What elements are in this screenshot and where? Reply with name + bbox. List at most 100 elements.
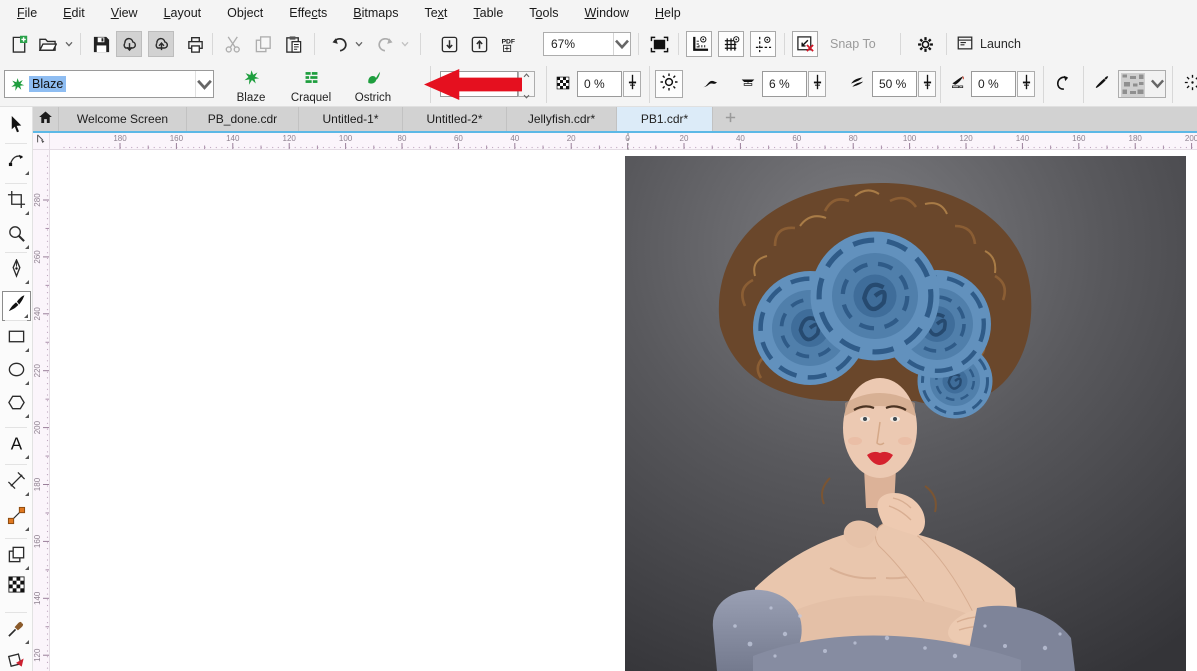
bleed-field[interactable]: 0 %	[971, 71, 1016, 97]
rectangle-tool-button[interactable]	[2, 324, 31, 354]
eyedropper-tool-button[interactable]	[2, 616, 31, 646]
fullscreen-preview-button[interactable]	[646, 31, 672, 57]
sun-button[interactable]	[655, 70, 683, 98]
tab-jellyfish-cdr-[interactable]: Jellyfish.cdr*	[507, 107, 617, 131]
paste-icon	[284, 35, 303, 54]
menu-window[interactable]: Window	[571, 2, 641, 24]
tab-pb1-cdr-[interactable]: PB1.cdr*	[617, 107, 713, 131]
cut-button[interactable]	[220, 31, 246, 57]
spray-button[interactable]	[1180, 72, 1197, 97]
ostrich-feather-icon	[365, 69, 382, 91]
brush-stroke-list-combo[interactable]: Blaze	[4, 70, 214, 98]
texture-picker-dropdown[interactable]	[1118, 70, 1166, 98]
smooth-slider[interactable]	[808, 71, 826, 97]
menu-edit[interactable]: Edit	[50, 2, 98, 24]
launch-dropdown[interactable]: Launch	[956, 31, 1027, 57]
tab-welcome-screen[interactable]: Welcome Screen	[59, 107, 187, 131]
texture-picker-caret[interactable]	[1150, 78, 1165, 89]
menu-layout[interactable]: Layout	[151, 2, 215, 24]
brush-list-caret[interactable]	[195, 71, 213, 97]
cloud-download-button[interactable]	[116, 31, 142, 57]
dropdown-caret[interactable]	[398, 31, 412, 57]
ruler-origin-button[interactable]	[33, 133, 50, 150]
contour-tool-button[interactable]	[2, 542, 31, 572]
svg-text:280: 280	[33, 193, 42, 207]
dimension-tool-button[interactable]	[2, 468, 31, 498]
zoom-caret[interactable]	[613, 33, 630, 55]
interactive-fill-tool-button[interactable]	[2, 647, 31, 671]
cloud-upload-button[interactable]	[148, 31, 174, 57]
menu-bitmaps[interactable]: Bitmaps	[340, 2, 411, 24]
flyout-indicator	[25, 455, 29, 459]
stroke-curve-glyph	[694, 76, 726, 94]
preset-blaze-button[interactable]: Blaze	[222, 66, 280, 106]
stroke-curve-icon	[698, 76, 722, 94]
tab-home[interactable]	[33, 107, 59, 131]
vertical-ruler[interactable]: 280260240220200180160140120	[33, 150, 50, 671]
undo-button[interactable]	[326, 31, 352, 57]
import-button[interactable]	[436, 31, 462, 57]
open-folder-button[interactable]	[34, 31, 60, 57]
spinner-down-icon[interactable]	[523, 86, 530, 104]
tab-label: Untitled-2*	[426, 112, 482, 126]
toolbar-separator	[678, 33, 679, 55]
snap-off-button[interactable]	[792, 31, 818, 57]
menu-help[interactable]: Help	[642, 2, 694, 24]
menu-view[interactable]: View	[98, 2, 151, 24]
tab-untitled-1-[interactable]: Untitled-1*	[299, 107, 403, 131]
text-tool-button[interactable]: A	[2, 431, 31, 461]
zoom-tool-button[interactable]	[2, 221, 31, 251]
shape-tool-button[interactable]	[2, 147, 31, 177]
paste-button[interactable]	[280, 31, 306, 57]
menu-object[interactable]: Object	[214, 2, 276, 24]
canvas-page[interactable]	[50, 150, 1197, 671]
connector-tool-button[interactable]	[2, 503, 31, 533]
spinner-up-icon[interactable]	[523, 65, 530, 83]
bristle-slider[interactable]	[918, 71, 936, 97]
zoom-tool-icon	[7, 224, 26, 248]
pick-tool-button[interactable]	[2, 112, 31, 142]
preset-craquel-button[interactable]: Craquel	[282, 66, 340, 106]
new-tab-button[interactable]	[713, 107, 747, 131]
preset-ostrich-button[interactable]: Ostrich	[344, 66, 402, 106]
undo-curve-button[interactable]	[1050, 72, 1075, 97]
menu-text[interactable]: Text	[411, 2, 460, 24]
show-guidelines-button[interactable]	[750, 31, 776, 57]
show-rulers-button[interactable]	[686, 31, 712, 57]
menu-tools[interactable]: Tools	[516, 2, 571, 24]
menu-effects[interactable]: Effects	[276, 2, 340, 24]
dropdown-caret[interactable]	[62, 31, 76, 57]
menu-table[interactable]: Table	[460, 2, 516, 24]
tab-pb-done-cdr[interactable]: PB_done.cdr	[187, 107, 299, 131]
polygon-tool-button[interactable]	[2, 390, 31, 420]
save-button[interactable]	[88, 31, 114, 57]
pen-tool-button[interactable]	[2, 256, 31, 286]
crop-tool-button[interactable]	[2, 187, 31, 217]
smooth-field[interactable]: 6 %	[762, 71, 807, 97]
publish-pdf-button[interactable]: PDF	[496, 31, 522, 57]
export-button[interactable]	[466, 31, 492, 57]
ellipse-tool-button[interactable]	[2, 357, 31, 387]
new-document-button[interactable]	[6, 31, 32, 57]
menu-file[interactable]: File	[4, 2, 50, 24]
toolbar-separator	[638, 33, 639, 55]
dropdown-caret[interactable]	[352, 31, 366, 57]
show-grid-button[interactable]	[718, 31, 744, 57]
snap-to-dropdown[interactable]: Snap To	[830, 31, 882, 57]
transparency-slider[interactable]	[623, 71, 641, 97]
tab-untitled-2-[interactable]: Untitled-2*	[403, 107, 507, 131]
shape-tool-icon	[7, 150, 26, 174]
toolbox-separator	[5, 252, 27, 253]
copy-button[interactable]	[250, 31, 276, 57]
print-button[interactable]	[182, 31, 208, 57]
bleed-slider[interactable]	[1017, 71, 1035, 97]
zoom-level-combo[interactable]: 67%	[543, 32, 631, 56]
transparency-tool-button[interactable]	[2, 572, 31, 602]
photo-object[interactable]	[625, 156, 1186, 671]
transparency-field[interactable]: 0 %	[577, 71, 622, 97]
paintbrush-tool-button[interactable]	[2, 291, 31, 321]
bristle-field[interactable]: 50 %	[872, 71, 917, 97]
redo-button[interactable]	[372, 31, 398, 57]
options-gear-button[interactable]	[912, 31, 938, 57]
horizontal-ruler[interactable]: 1801601401201008060402002040608010012014…	[50, 133, 1197, 150]
